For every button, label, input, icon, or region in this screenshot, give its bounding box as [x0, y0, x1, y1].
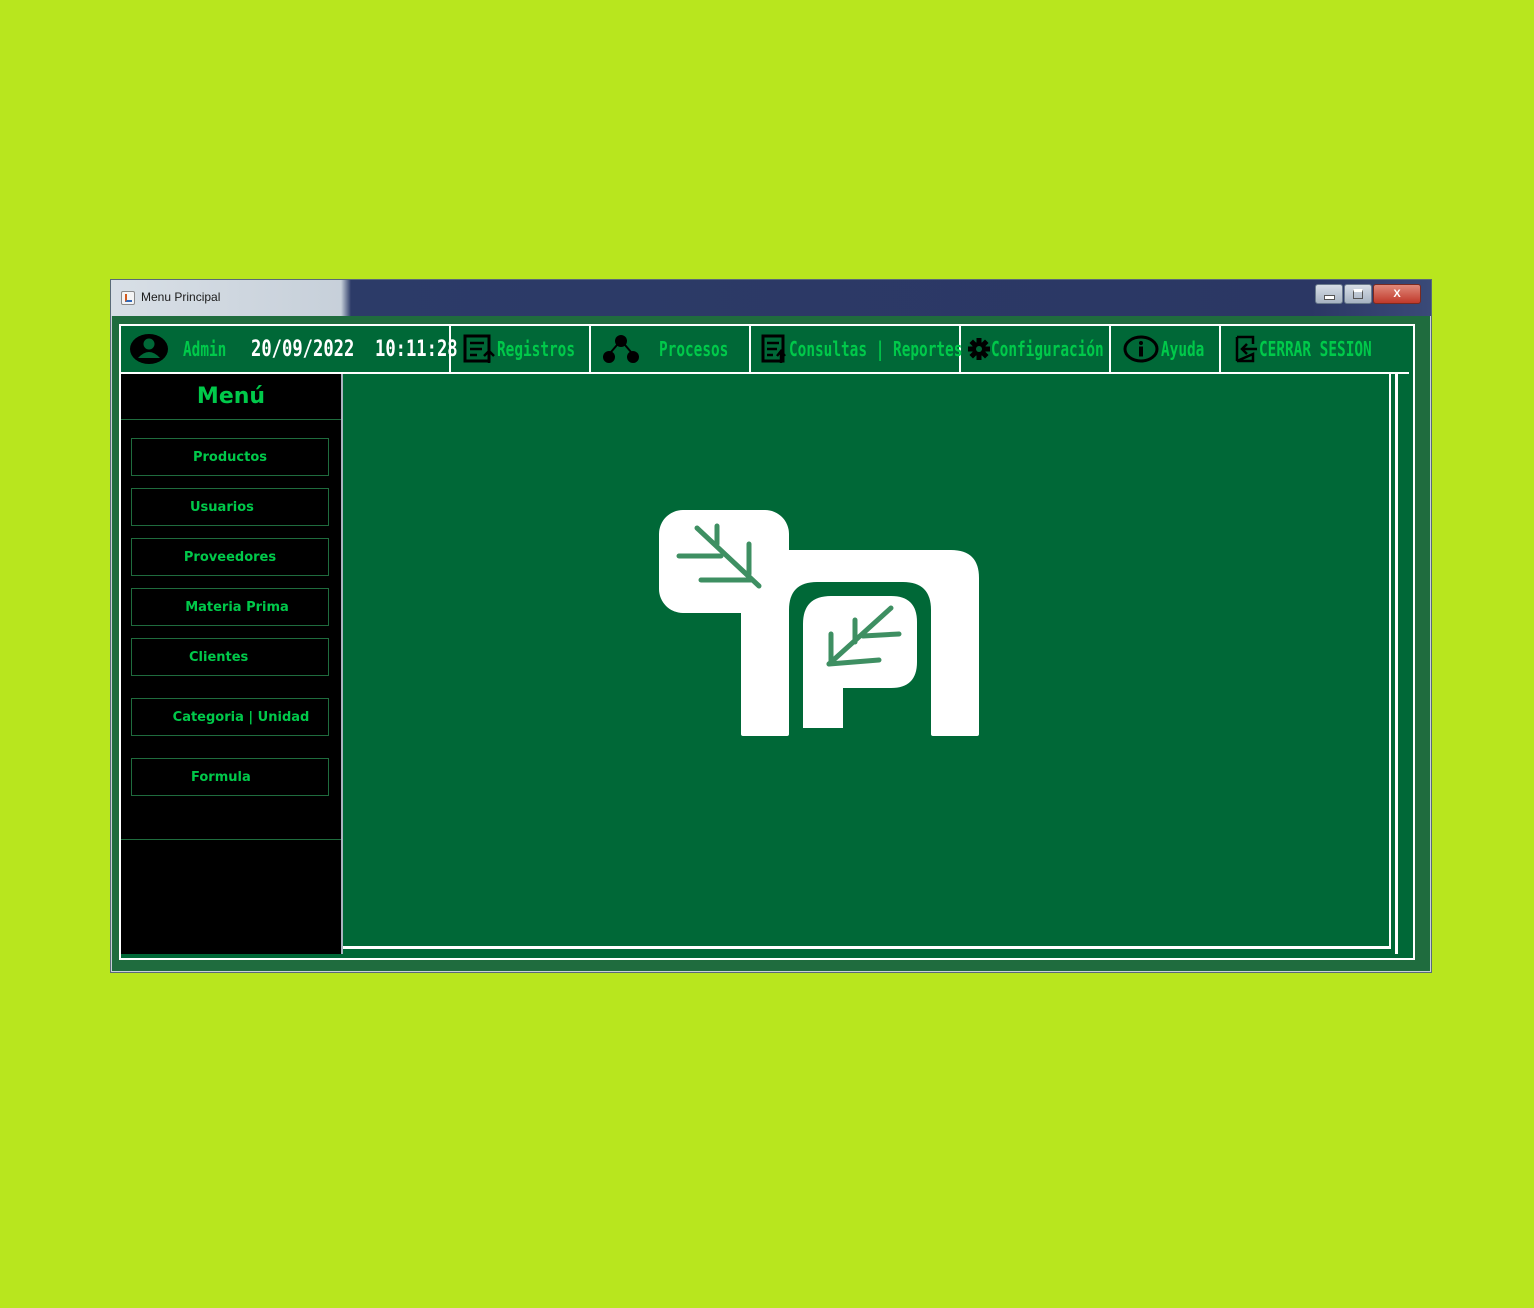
menu-procesos-label: Procesos [659, 337, 729, 361]
date-label: 20/09/2022 [251, 337, 355, 362]
user-avatar-icon [130, 334, 168, 364]
user-info: Admin 20/09/2022 10:11:28 [121, 326, 458, 372]
sidebar-item-proveedores[interactable]: Proveedores [131, 538, 329, 576]
menu-registros[interactable]: Registros [451, 326, 591, 372]
info-icon [1123, 335, 1159, 363]
gear-icon [968, 338, 990, 360]
user-name: Admin [183, 337, 227, 361]
company-logo [659, 510, 979, 736]
title-bar[interactable]: Menu Principal X [111, 280, 1431, 316]
app-window: Menu Principal X Admin 20/09/2022 10:11:… [110, 279, 1432, 973]
document-upload-icon [463, 334, 495, 363]
close-button[interactable]: X [1373, 284, 1421, 304]
menu-cerrar-sesion-label: CERRAR SESION [1259, 337, 1372, 361]
minimize-button[interactable] [1315, 284, 1343, 304]
sidebar-item-productos[interactable]: Productos [131, 438, 329, 476]
main-content [343, 374, 1391, 949]
network-nodes-icon [603, 335, 639, 363]
minimize-icon [1323, 294, 1335, 300]
document-upload-icon [761, 334, 786, 363]
menu-cerrar-sesion[interactable]: CERRAR SESION [1221, 326, 1409, 372]
menu-consultas-label: Consultas | Reportes [789, 337, 963, 361]
sidebar-title: Menú [121, 374, 341, 420]
maximize-button[interactable] [1344, 284, 1372, 304]
sidebar-item-clientes[interactable]: Clientes [131, 638, 329, 676]
maximize-icon [1353, 289, 1363, 299]
menu-ayuda-label: Ayuda [1161, 337, 1205, 361]
sidebar-divider [121, 839, 341, 840]
sidebar-item-formula[interactable]: Formula [131, 758, 329, 796]
window-title: Menu Principal [141, 290, 221, 304]
client-area: Admin 20/09/2022 10:11:28 Registros Proc… [119, 324, 1415, 960]
window-controls: X [1314, 284, 1421, 304]
logout-icon [1235, 335, 1257, 363]
sidebar-item-categoria-unidad[interactable]: Categoria | Unidad [131, 698, 329, 736]
menu-registros-label: Registros [497, 337, 576, 361]
menu-configuracion-label: Configuración [991, 337, 1104, 361]
java-app-icon [121, 291, 135, 305]
sidebar-item-materia-prima[interactable]: Materia Prima [131, 588, 329, 626]
top-menu-bar: Admin 20/09/2022 10:11:28 Registros Proc… [121, 326, 1409, 374]
menu-procesos[interactable]: Procesos [591, 326, 751, 372]
menu-configuracion[interactable]: Configuración [961, 326, 1111, 372]
right-border-rail [1395, 374, 1398, 954]
sidebar: Menú Productos Usuarios Proveedores Mate… [121, 374, 343, 954]
menu-consultas-reportes[interactable]: Consultas | Reportes [751, 326, 963, 372]
sidebar-item-usuarios[interactable]: Usuarios [131, 488, 329, 526]
time-label: 10:11:28 [374, 337, 458, 362]
close-icon: X [1393, 288, 1401, 300]
datetime: 20/09/2022 10:11:28 [251, 337, 458, 362]
menu-ayuda[interactable]: Ayuda [1111, 326, 1221, 372]
